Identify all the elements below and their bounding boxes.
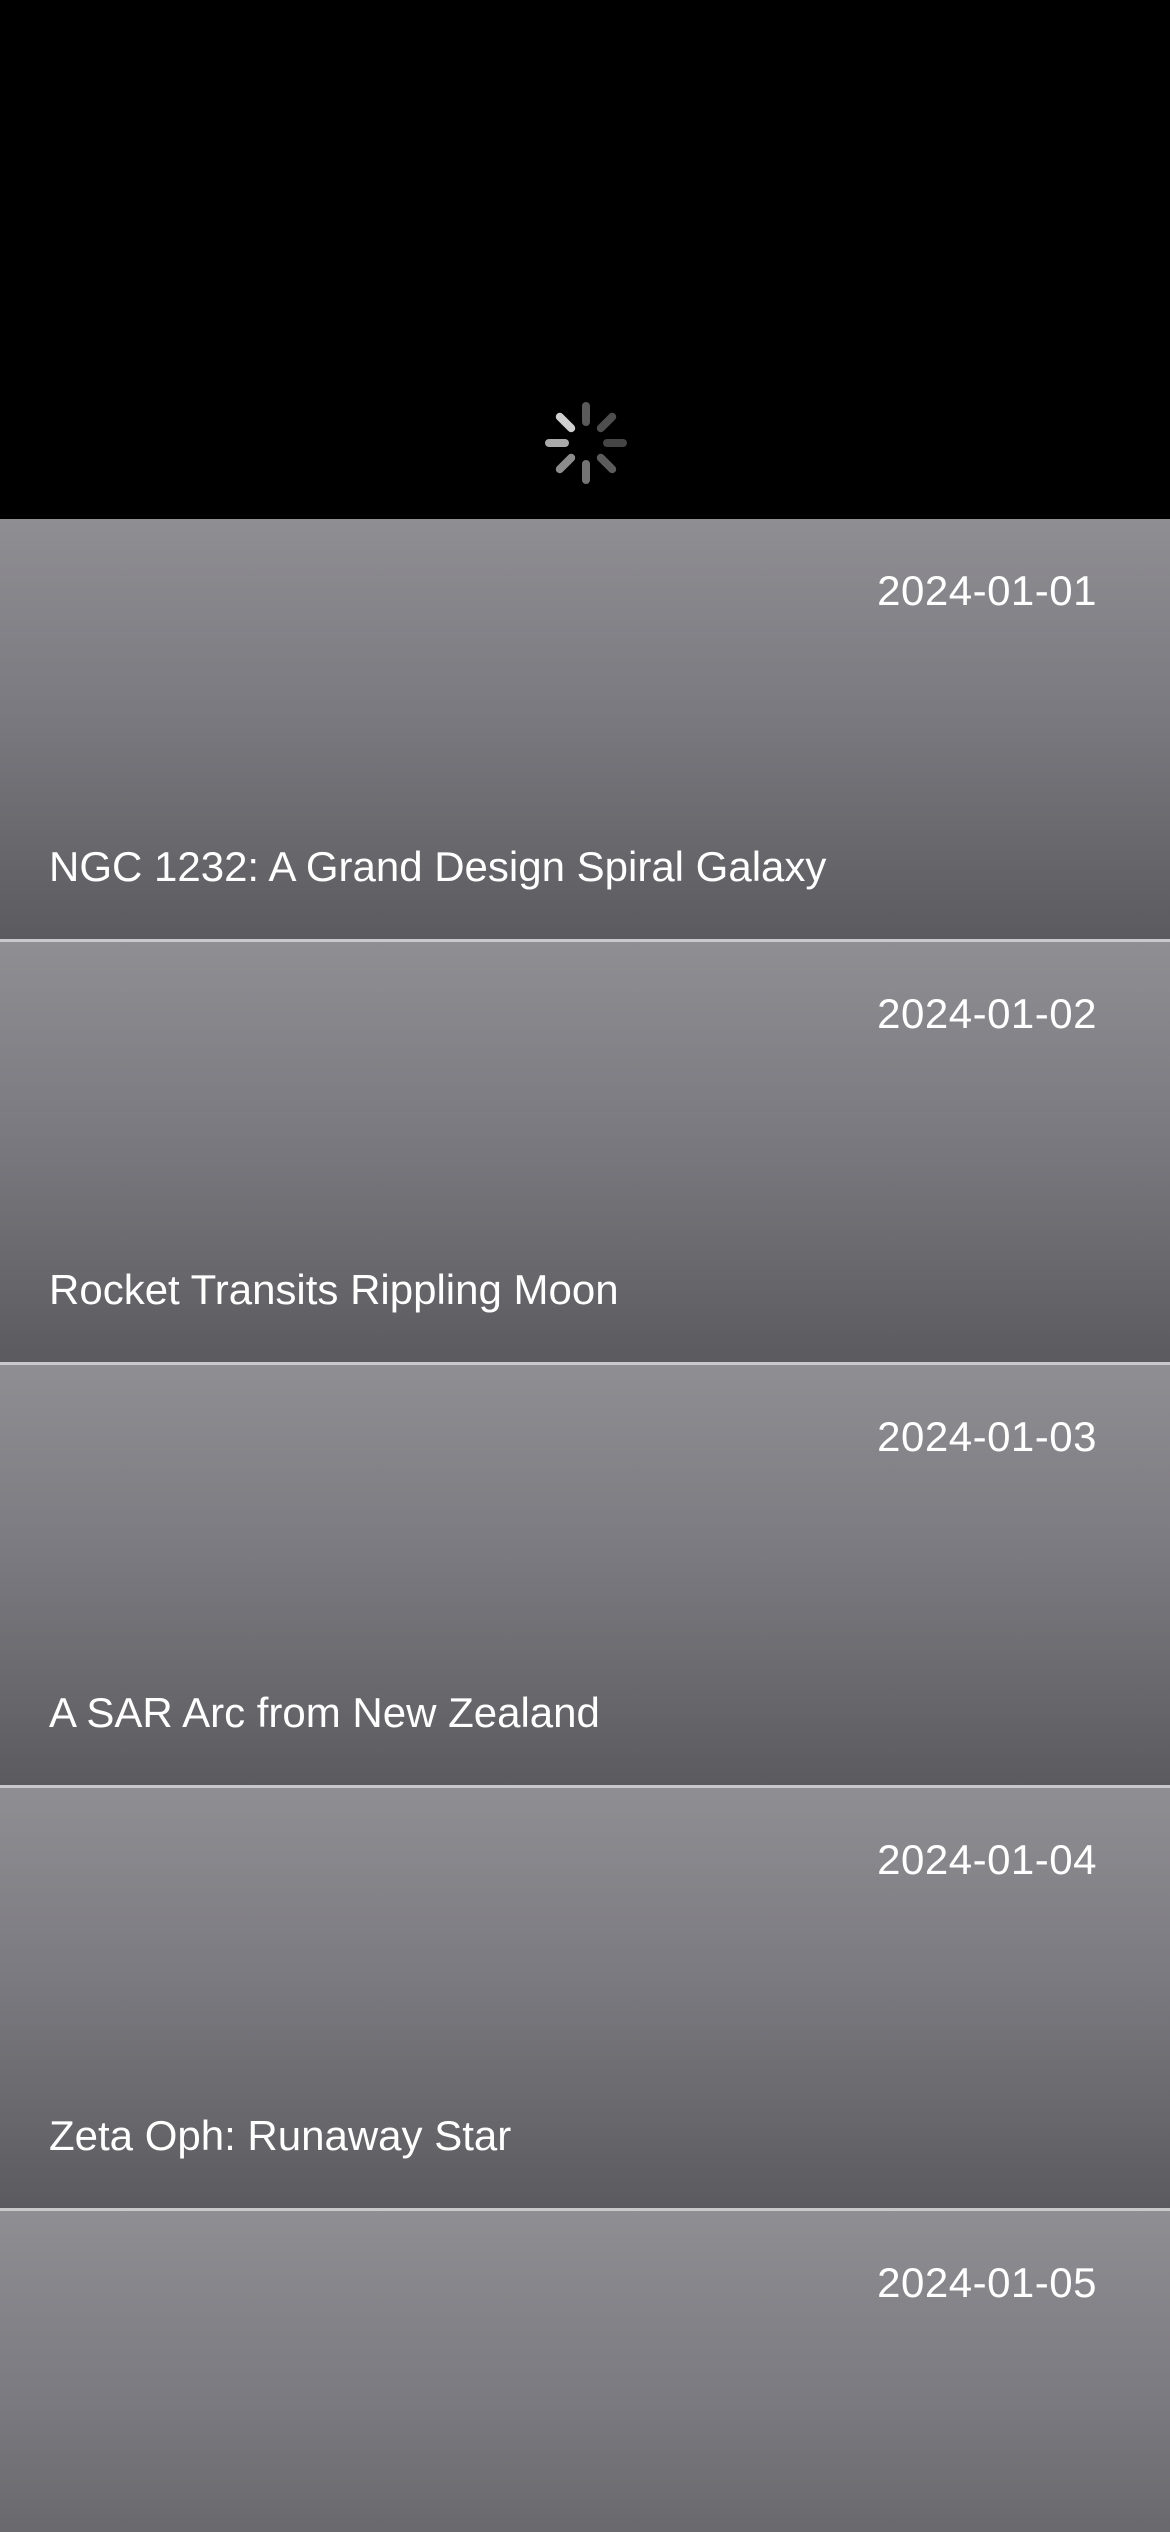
item-date: 2024-01-04: [877, 1836, 1097, 1883]
apod-feed-screen: 2024-01-01 NGC 1232: A Grand Design Spir…: [0, 0, 1170, 2532]
item-title: Rocket Transits Rippling Moon: [49, 1266, 619, 1313]
list-item[interactable]: 2024-01-01 NGC 1232: A Grand Design Spir…: [0, 519, 1170, 942]
list-item[interactable]: 2024-01-04 Zeta Oph: Runaway Star: [0, 1788, 1170, 2211]
item-date: 2024-01-02: [877, 990, 1097, 1037]
apod-list: 2024-01-01 NGC 1232: A Grand Design Spir…: [0, 519, 1170, 2532]
item-date: 2024-01-05: [877, 2259, 1097, 2306]
list-item[interactable]: 2024-01-02 Rocket Transits Rippling Moon: [0, 942, 1170, 1365]
item-title: A SAR Arc from New Zealand: [49, 1689, 600, 1736]
item-title: Zeta Oph: Runaway Star: [49, 2112, 512, 2159]
item-title: NGC 1232: A Grand Design Spiral Galaxy: [49, 843, 827, 890]
activity-indicator-icon: [545, 402, 627, 484]
list-item[interactable]: 2024-01-05: [0, 2211, 1170, 2532]
list-item[interactable]: 2024-01-03 A SAR Arc from New Zealand: [0, 1365, 1170, 1788]
pull-to-refresh-area[interactable]: [0, 0, 1170, 519]
item-date: 2024-01-01: [877, 567, 1097, 614]
item-date: 2024-01-03: [877, 1413, 1097, 1460]
